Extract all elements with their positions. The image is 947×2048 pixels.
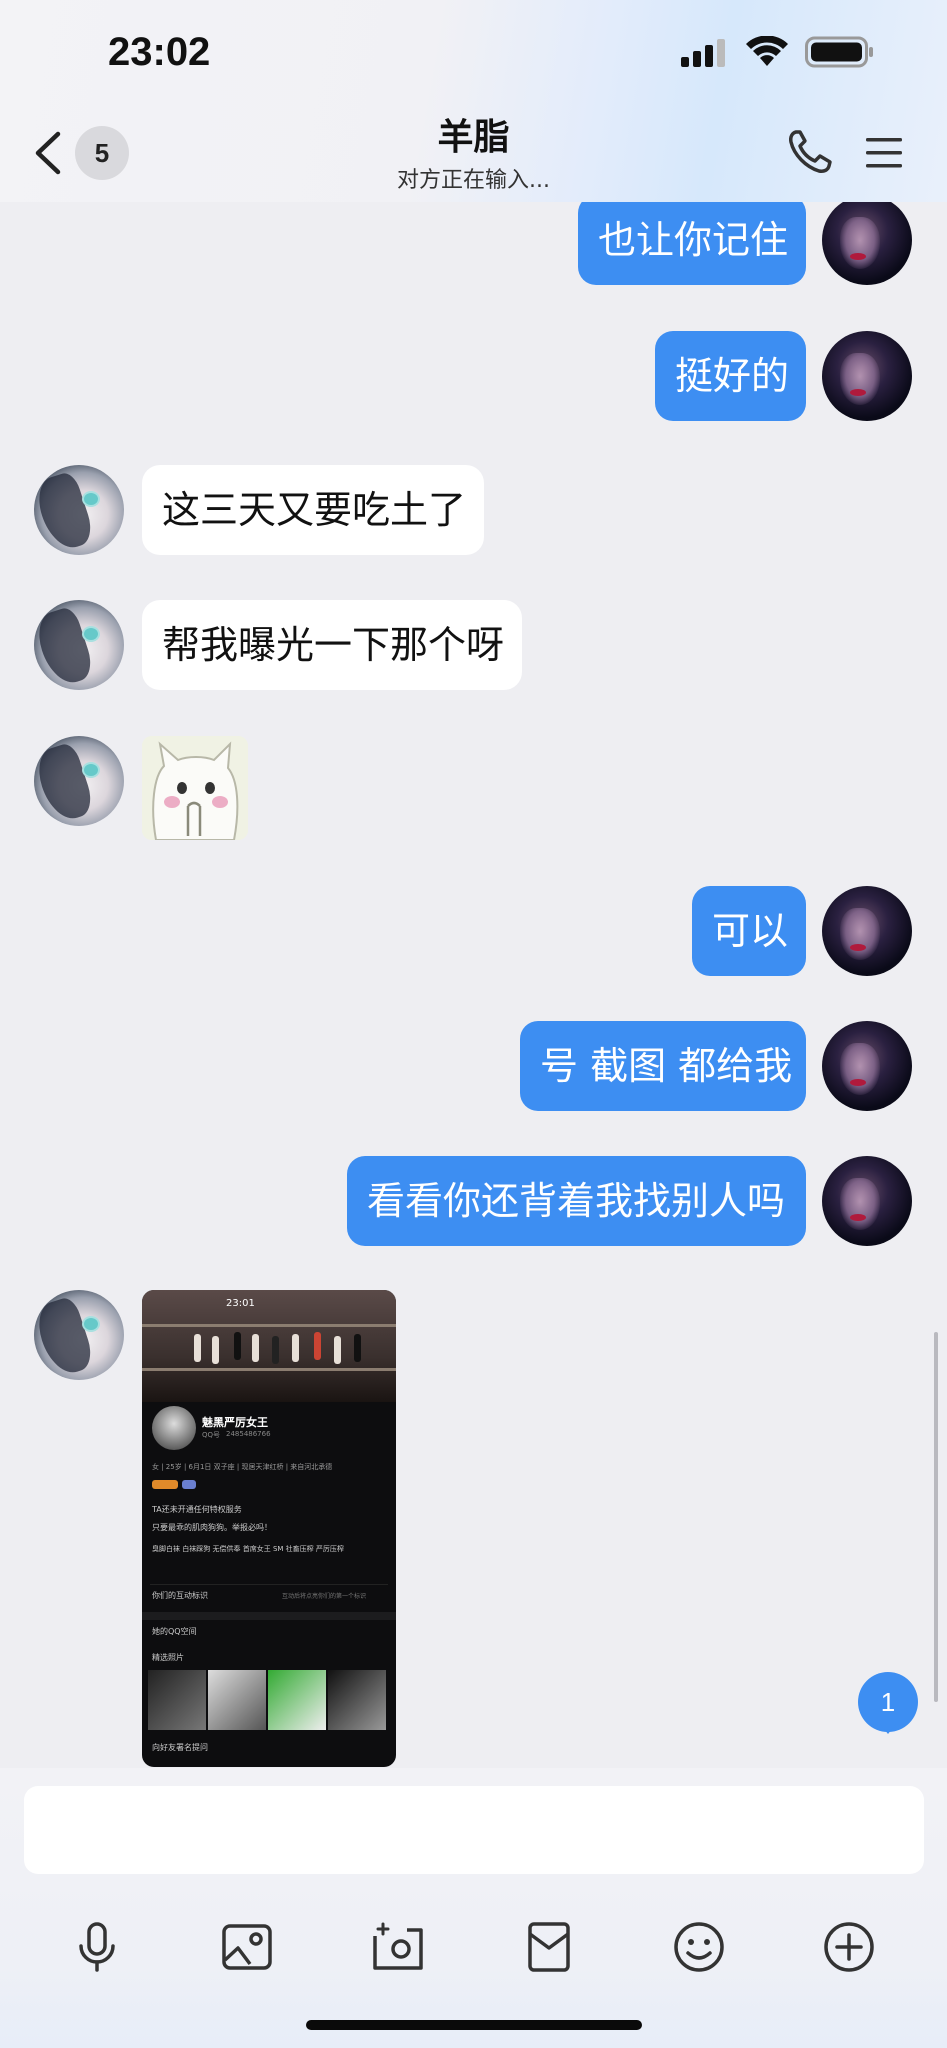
cat-sticker-icon: [142, 736, 248, 840]
profile-nickname: 魅黑严厉女王: [202, 1416, 268, 1429]
red-packet-icon[interactable]: [522, 1920, 576, 1974]
shelf-line: [142, 1368, 396, 1371]
message-bubble[interactable]: 可以: [692, 886, 806, 976]
new-message-badge[interactable]: 1: [858, 1672, 918, 1734]
image-icon[interactable]: [220, 1920, 274, 1974]
message-bubble[interactable]: 也让你记住: [578, 195, 806, 285]
message-bubble[interactable]: 号 截图 都给我: [520, 1021, 806, 1111]
avatar[interactable]: [34, 600, 124, 690]
screenshot-cover-photo: 23:01: [142, 1290, 396, 1402]
profile-info-line: 女 | 25岁 | 6月1日 双子座 | 现居天津红桥 | 来自河北承德: [152, 1463, 333, 1471]
message-bubble[interactable]: 看看你还背着我找别人吗: [347, 1156, 806, 1246]
photo-thumbnail: [148, 1670, 206, 1730]
phone-icon[interactable]: [786, 128, 834, 176]
photos-label: 精选照片: [152, 1653, 184, 1662]
microphone-icon[interactable]: [70, 1920, 124, 1974]
shoe-shape: [314, 1332, 321, 1360]
avatar[interactable]: [34, 465, 124, 555]
photo-thumbnail: [328, 1670, 386, 1730]
shoe-shape: [272, 1336, 279, 1364]
avatar[interactable]: [822, 1021, 912, 1111]
message-bubble[interactable]: 挺好的: [655, 331, 806, 421]
message-bubble[interactable]: 帮我曝光一下那个呀: [142, 600, 522, 690]
shelf-line: [142, 1324, 396, 1327]
profile-tag: 社畜压榨: [285, 1545, 314, 1553]
composer-panel: [0, 1768, 947, 2048]
shoe-shape: [194, 1334, 201, 1362]
profile-tag: 首席女王: [242, 1545, 271, 1553]
profile-tags: 臭脚白袜 白袜踩狗 无偿供奉 首席女王 SM 社畜压榨 严厉压榨: [152, 1542, 388, 1556]
scrollbar[interactable]: [934, 1332, 938, 1702]
photo-thumbnail: [208, 1670, 266, 1730]
profile-tag: 白袜踩狗: [182, 1545, 211, 1553]
interaction-label: 你们的互动标识: [152, 1591, 208, 1600]
message-input[interactable]: [24, 1786, 924, 1874]
screenshot-time: 23:01: [226, 1298, 255, 1309]
qzone-label: 她的QQ空间: [152, 1627, 197, 1636]
profile-tag: 臭脚白袜: [152, 1545, 180, 1553]
top-bar: 23:02 5 羊脂 对方正在输入...: [0, 0, 947, 202]
camera-icon[interactable]: [371, 1920, 425, 1974]
avatar[interactable]: [822, 886, 912, 976]
profile-vip-line: TA还未开通任何特权服务: [152, 1505, 242, 1514]
sticker-image[interactable]: [142, 736, 248, 840]
profile-tag: 严厉压榨: [315, 1545, 344, 1553]
profile-tag: SM: [272, 1545, 284, 1553]
divider: [150, 1584, 388, 1585]
avatar[interactable]: [34, 1290, 124, 1380]
avatar[interactable]: [34, 736, 124, 826]
interaction-hint: 互动后将点亮你们的第一个标识: [282, 1593, 367, 1600]
section-gap: [142, 1612, 396, 1620]
shoe-shape: [252, 1334, 259, 1362]
vip-badge: [182, 1480, 196, 1489]
shared-screenshot[interactable]: 23:01 魅黑严厉女王 QQ号 2485486766 女 | 25岁 | 6月…: [142, 1290, 396, 1767]
plus-icon[interactable]: [822, 1920, 876, 1974]
profile-bio: 只要最乖的肌肉狗狗。举报必吗！: [152, 1523, 272, 1532]
profile-qq-id: 2485486766: [226, 1430, 271, 1438]
level-badge: [152, 1480, 178, 1489]
shoe-shape: [292, 1334, 299, 1362]
profile-qq-label: QQ号: [202, 1431, 221, 1439]
avatar[interactable]: [822, 1156, 912, 1246]
profile-avatar: [152, 1406, 196, 1450]
shoe-shape: [234, 1332, 241, 1360]
signal-icon: [681, 39, 725, 67]
status-time: 23:02: [108, 30, 211, 74]
profile-tag: 无偿供奉: [212, 1545, 241, 1553]
menu-icon[interactable]: [864, 133, 904, 173]
status-icons: [679, 36, 875, 68]
message-bubble[interactable]: 这三天又要吃土了: [142, 465, 484, 555]
photo-thumbnail: [268, 1670, 326, 1730]
shoe-shape: [212, 1336, 219, 1364]
friends-label: 向好友署名提问: [152, 1743, 208, 1752]
shoe-shape: [334, 1336, 341, 1364]
avatar[interactable]: [822, 195, 912, 285]
battery-icon: [805, 36, 873, 68]
wifi-icon: [746, 36, 788, 66]
home-indicator[interactable]: [306, 2020, 642, 2030]
avatar[interactable]: [822, 331, 912, 421]
emoji-icon[interactable]: [672, 1920, 726, 1974]
shoe-shape: [354, 1334, 361, 1362]
